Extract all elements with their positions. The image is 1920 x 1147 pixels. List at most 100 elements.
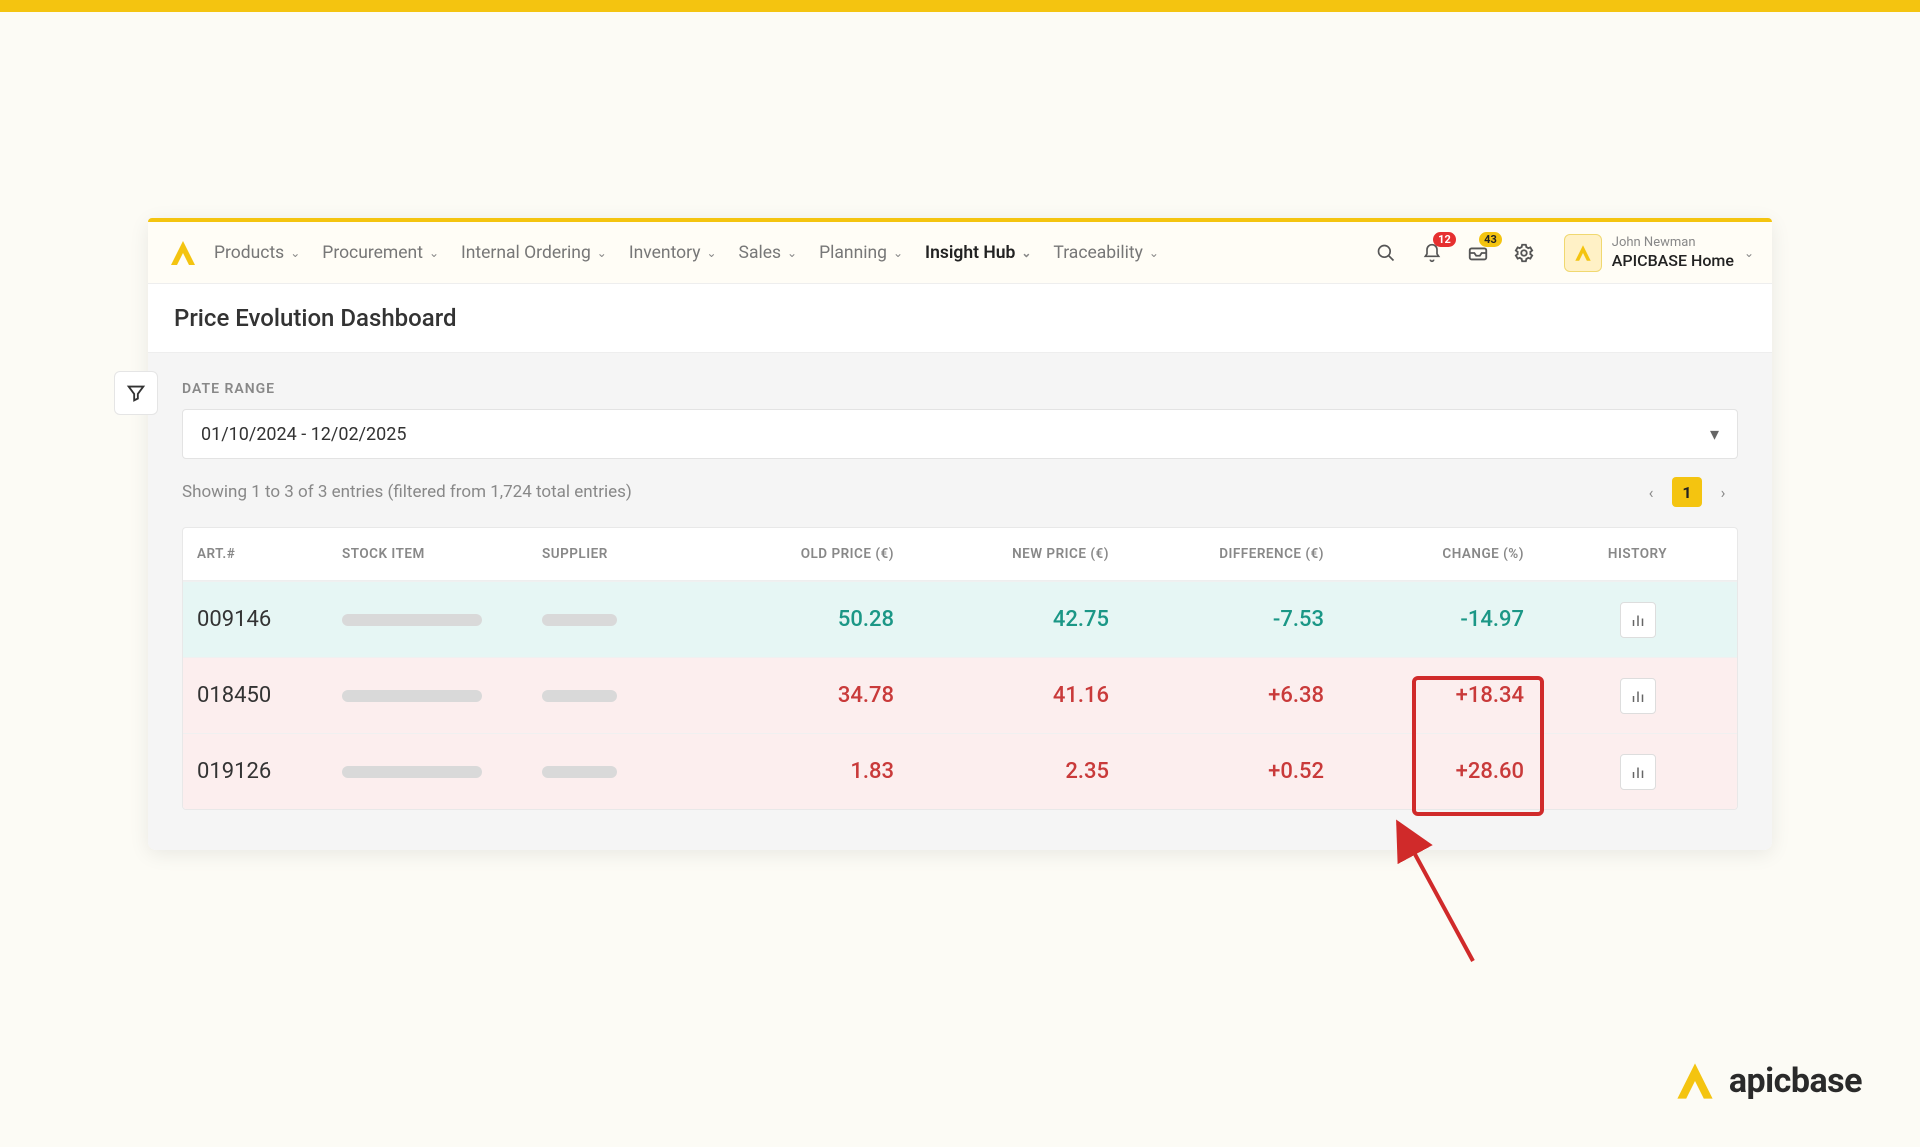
cell-history [1538, 602, 1737, 638]
cell-history [1538, 754, 1737, 790]
chevron-down-icon: ⌄ [429, 246, 439, 260]
user-avatar [1564, 234, 1602, 272]
nav-label: Insight Hub [925, 243, 1015, 263]
brand-text: apicbase [1729, 1061, 1862, 1101]
bar-chart-icon [1629, 611, 1647, 629]
top-accent-stripe [0, 0, 1920, 12]
redacted-placeholder [342, 614, 482, 626]
entries-row: Showing 1 to 3 of 3 entries (filtered fr… [182, 477, 1738, 507]
filter-icon [125, 382, 147, 404]
entries-text: Showing 1 to 3 of 3 entries (filtered fr… [182, 482, 632, 502]
search-button[interactable] [1372, 239, 1400, 267]
th-supplier: SUPPLIER [528, 528, 698, 580]
nav-inventory[interactable]: Inventory ⌄ [629, 243, 717, 263]
cell-difference: +0.52 [1123, 759, 1338, 784]
th-art: ART.# [183, 528, 328, 580]
nav-sales[interactable]: Sales⌄ [739, 243, 798, 263]
nav-label: Products [214, 243, 284, 263]
nav-products[interactable]: Products ⌄ [214, 243, 300, 263]
nav-label: Traceability [1053, 243, 1142, 263]
nav-insight-hub[interactable]: Insight Hub ⌄ [925, 243, 1031, 263]
tasks-badge: 43 [1479, 232, 1502, 247]
cell-history [1538, 678, 1737, 714]
cell-change: +18.34 [1338, 683, 1538, 708]
cell-difference: -7.53 [1123, 607, 1338, 632]
history-button[interactable] [1620, 678, 1656, 714]
pager-next[interactable]: › [1708, 477, 1738, 507]
th-history: HISTORY [1538, 528, 1737, 580]
cell-art: 019126 [183, 759, 328, 784]
cell-art: 009146 [183, 607, 328, 632]
cell-stock [328, 614, 528, 626]
user-text: John Newman APICBASE Home [1612, 235, 1734, 270]
notifications-button[interactable]: 12 [1418, 239, 1446, 267]
th-difference: DIFFERENCE (€) [1123, 528, 1338, 580]
apicbase-logo-icon [1673, 1059, 1717, 1103]
price-table: ART.# STOCK ITEM SUPPLIER OLD PRICE (€) … [182, 527, 1738, 810]
bar-chart-icon [1629, 687, 1647, 705]
cell-change: +28.60 [1338, 759, 1538, 784]
dropdown-caret-icon: ▾ [1710, 424, 1719, 445]
apicbase-logo-icon [1572, 242, 1594, 264]
app-window: Products ⌄ Procurement ⌄ Internal Ordering… [148, 218, 1772, 850]
cell-old-price: 34.78 [698, 683, 908, 708]
pager-page-1[interactable]: 1 [1672, 477, 1702, 507]
chevron-down-icon: ⌄ [787, 246, 797, 260]
user-menu[interactable]: John Newman APICBASE Home ⌄ [1564, 234, 1754, 272]
redacted-placeholder [542, 690, 617, 702]
history-button[interactable] [1620, 754, 1656, 790]
table-header: ART.# STOCK ITEM SUPPLIER OLD PRICE (€) … [183, 528, 1737, 581]
user-org: APICBASE Home [1612, 251, 1734, 270]
chevron-down-icon: ⌄ [706, 246, 716, 260]
chevron-down-icon: ⌄ [597, 246, 607, 260]
settings-button[interactable] [1510, 239, 1538, 267]
cell-stock [328, 766, 528, 778]
cell-old-price: 1.83 [698, 759, 908, 784]
nav-label: Inventory [629, 243, 701, 263]
th-new-price: NEW PRICE (€) [908, 528, 1123, 580]
chevron-down-icon: ⌄ [1021, 246, 1031, 260]
date-range-value: 01/10/2024 - 12/02/2025 [201, 424, 406, 445]
app-logo[interactable] [166, 236, 200, 270]
chevron-down-icon: ⌄ [893, 246, 903, 260]
cell-stock [328, 690, 528, 702]
th-change: CHANGE (%) [1338, 528, 1538, 580]
redacted-placeholder [542, 766, 617, 778]
cell-art: 018450 [183, 683, 328, 708]
bar-chart-icon [1629, 763, 1647, 781]
cell-old-price: 50.28 [698, 607, 908, 632]
nav-label: Internal Ordering [461, 243, 591, 263]
nav-internal-ordering[interactable]: Internal Ordering ⌄ [461, 243, 607, 263]
redacted-placeholder [342, 690, 482, 702]
cell-change: -14.97 [1338, 607, 1538, 632]
nav-planning[interactable]: Planning ⌄ [819, 243, 903, 263]
user-name: John Newman [1612, 235, 1734, 251]
brand-watermark: apicbase [1673, 1059, 1862, 1103]
chevron-down-icon: ⌄ [290, 246, 300, 260]
table-row: 009146 50.28 42.75 -7.53 -14.97 [183, 581, 1737, 657]
nav-procurement[interactable]: Procurement ⌄ [322, 243, 439, 263]
gear-icon [1513, 242, 1535, 264]
nav-traceability[interactable]: Traceability⌄ [1053, 243, 1159, 263]
nav-label: Procurement [322, 243, 423, 263]
cell-supplier [528, 690, 698, 702]
cell-new-price: 2.35 [908, 759, 1123, 784]
cell-new-price: 42.75 [908, 607, 1123, 632]
table-row: 019126 1.83 2.35 +0.52 +28.60 [183, 733, 1737, 809]
topbar: Products ⌄ Procurement ⌄ Internal Ordering… [148, 222, 1772, 284]
tasks-button[interactable]: 43 [1464, 239, 1492, 267]
page-body: DATE RANGE 01/10/2024 - 12/02/2025 ▾ Sho… [148, 353, 1772, 850]
history-button[interactable] [1620, 602, 1656, 638]
search-icon [1376, 243, 1396, 263]
th-stock: STOCK ITEM [328, 528, 528, 580]
date-range-field[interactable]: 01/10/2024 - 12/02/2025 ▾ [182, 409, 1738, 459]
redacted-placeholder [542, 614, 617, 626]
nav-items: Products ⌄ Procurement ⌄ Internal Ordering… [214, 243, 1372, 263]
filter-button[interactable] [114, 371, 158, 415]
date-range-label: DATE RANGE [182, 381, 1738, 397]
notification-badge: 12 [1433, 232, 1456, 247]
pager-prev[interactable]: ‹ [1636, 477, 1666, 507]
annotation-arrow [1283, 811, 1503, 971]
nav-label: Planning [819, 243, 887, 263]
pager: ‹ 1 › [1636, 477, 1738, 507]
